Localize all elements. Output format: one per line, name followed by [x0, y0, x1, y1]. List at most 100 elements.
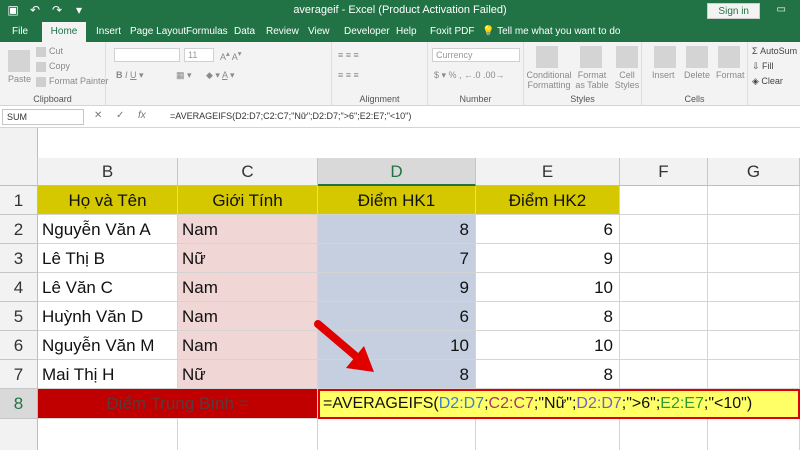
ribbon-display-options-icon[interactable]: ▭: [777, 4, 786, 15]
conditional-formatting-button[interactable]: Conditional Formatting: [526, 70, 572, 90]
cell-hk1[interactable]: 8: [318, 215, 476, 244]
row-header-6[interactable]: 6: [0, 331, 38, 360]
cell-f[interactable]: [620, 331, 708, 360]
cell-g[interactable]: [708, 302, 800, 331]
formula-edit-cell[interactable]: =AVERAGEIFS(D2:D7;C2:C7;"Nữ";D2:D7;">6";…: [318, 389, 800, 419]
tab-view[interactable]: View: [304, 22, 334, 42]
insert-cells-icon[interactable]: [654, 46, 676, 68]
cut-button[interactable]: Cut: [36, 46, 63, 57]
format-cells-icon[interactable]: [718, 46, 740, 68]
cell-e9[interactable]: [476, 419, 620, 450]
format-as-table-icon[interactable]: [580, 46, 602, 68]
format-painter-button[interactable]: Format Painter: [36, 76, 109, 87]
format-cells-button[interactable]: Format: [716, 70, 745, 80]
cell-name[interactable]: Lê Thị B: [38, 244, 178, 273]
cell-f[interactable]: [620, 360, 708, 389]
column-header-e[interactable]: E: [476, 158, 620, 186]
row-header-5[interactable]: 5: [0, 302, 38, 331]
cell-name[interactable]: Huỳnh Văn D: [38, 302, 178, 331]
name-box[interactable]: SUM: [2, 109, 84, 125]
tell-me-box[interactable]: 💡 Tell me what you want to do: [482, 22, 620, 42]
row-header-7[interactable]: 7: [0, 360, 38, 389]
row-header-9[interactable]: [0, 419, 38, 450]
row-header-1[interactable]: 1: [0, 186, 38, 215]
tab-page-layout[interactable]: Page Layout: [126, 22, 190, 42]
cell-hk2[interactable]: 9: [476, 244, 620, 273]
cell-name[interactable]: Nguyễn Văn M: [38, 331, 178, 360]
cancel-icon[interactable]: ✕: [94, 110, 102, 121]
cell-name[interactable]: Lê Văn C: [38, 273, 178, 302]
cell-gender[interactable]: Nữ: [178, 360, 318, 389]
cell-g1[interactable]: [708, 186, 800, 215]
clear-button[interactable]: ◈ Clear: [752, 76, 783, 87]
cell-gender[interactable]: Nam: [178, 302, 318, 331]
delete-cells-button[interactable]: Delete: [684, 70, 710, 80]
cell-hk1[interactable]: 10: [318, 331, 476, 360]
cell-hk1[interactable]: 9: [318, 273, 476, 302]
cell-d9[interactable]: [318, 419, 476, 450]
paste-button[interactable]: Paste: [8, 74, 31, 84]
cell-hk2[interactable]: 10: [476, 273, 620, 302]
header-name-cell[interactable]: Họ và Tên: [38, 186, 178, 215]
row-header-4[interactable]: 4: [0, 273, 38, 302]
cell-g[interactable]: [708, 244, 800, 273]
column-header-g[interactable]: G: [708, 158, 800, 186]
cell-f1[interactable]: [620, 186, 708, 215]
formula-input[interactable]: =AVERAGEIFS(D2:D7;C2:C7;"Nữ";D2:D7;">6";…: [170, 111, 411, 121]
tab-help[interactable]: Help: [392, 22, 421, 42]
cell-g[interactable]: [708, 360, 800, 389]
cell-name[interactable]: Nguyễn Văn A: [38, 215, 178, 244]
number-format-select[interactable]: Currency: [432, 48, 520, 62]
cell-styles-icon[interactable]: [616, 46, 638, 68]
tab-review[interactable]: Review: [262, 22, 303, 42]
paste-icon[interactable]: [8, 50, 30, 72]
borders-icon[interactable]: ▦ ▾: [176, 70, 192, 81]
average-label-cell[interactable]: Điểm Trung Bình =: [38, 389, 318, 419]
conditional-formatting-icon[interactable]: [536, 46, 558, 68]
row-header-8[interactable]: 8: [0, 389, 38, 419]
cell-c9[interactable]: [178, 419, 318, 450]
sign-in-button[interactable]: Sign in: [707, 3, 760, 19]
row-header-2[interactable]: 2: [0, 215, 38, 244]
fill-color-icon[interactable]: ◆ ▾ A ▾: [206, 70, 235, 81]
cell-f[interactable]: [620, 215, 708, 244]
tab-home[interactable]: Home: [42, 22, 86, 42]
cell-g[interactable]: [708, 273, 800, 302]
cell-f9[interactable]: [620, 419, 708, 450]
tab-insert[interactable]: Insert: [92, 22, 125, 42]
fill-button[interactable]: ⇩ Fill: [752, 61, 774, 72]
cell-f[interactable]: [620, 302, 708, 331]
header-hk1-cell[interactable]: Điểm HK1: [318, 186, 476, 215]
column-header-b[interactable]: B: [38, 158, 178, 186]
tab-foxit-pdf[interactable]: Foxit PDF: [426, 22, 478, 42]
cell-g9[interactable]: [708, 419, 800, 450]
font-grow-icon[interactable]: A▴ A▾: [220, 49, 242, 62]
row-header-3[interactable]: 3: [0, 244, 38, 273]
enter-icon[interactable]: ✓: [116, 110, 124, 121]
bold-button[interactable]: B I U ▾: [116, 70, 144, 81]
tab-developer[interactable]: Developer: [340, 22, 394, 42]
cell-name[interactable]: Mai Thị H: [38, 360, 178, 389]
header-gender-cell[interactable]: Giới Tính: [178, 186, 318, 215]
cell-hk2[interactable]: 6: [476, 215, 620, 244]
column-header-c[interactable]: C: [178, 158, 318, 186]
select-all-corner[interactable]: [0, 128, 38, 158]
copy-button[interactable]: Copy: [36, 61, 70, 72]
cell-hk2[interactable]: 8: [476, 302, 620, 331]
header-hk2-cell[interactable]: Điểm HK2: [476, 186, 620, 215]
column-header-f[interactable]: F: [620, 158, 708, 186]
format-as-table-button[interactable]: Format as Table: [572, 70, 612, 90]
cell-gender[interactable]: Nam: [178, 331, 318, 360]
cell-hk2[interactable]: 8: [476, 360, 620, 389]
align-left-icons[interactable]: ≡ ≡ ≡: [338, 70, 359, 80]
cell-g[interactable]: [708, 215, 800, 244]
cell-gender[interactable]: Nữ: [178, 244, 318, 273]
number-format-icons[interactable]: $ ▾ % , ←.0 .00→: [434, 70, 505, 81]
insert-cells-button[interactable]: Insert: [652, 70, 675, 80]
tab-file[interactable]: File: [8, 22, 32, 42]
tab-data[interactable]: Data: [230, 22, 259, 42]
cell-styles-button[interactable]: Cell Styles: [612, 70, 642, 90]
font-name-select[interactable]: [114, 48, 180, 62]
align-top-icons[interactable]: ≡ ≡ ≡: [338, 50, 359, 60]
cell-gender[interactable]: Nam: [178, 273, 318, 302]
